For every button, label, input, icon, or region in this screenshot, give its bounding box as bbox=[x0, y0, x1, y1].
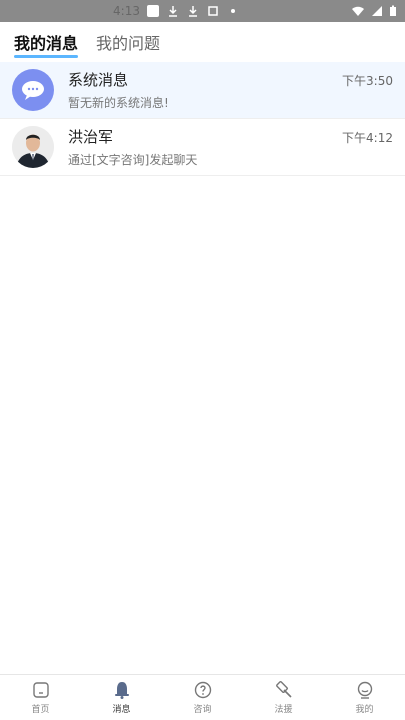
signal-icon bbox=[371, 6, 382, 16]
nav-mine[interactable]: 我的 bbox=[335, 680, 395, 715]
nav-consult-label: 咨询 bbox=[193, 705, 212, 715]
nav-legal-aid[interactable]: 法援 bbox=[254, 680, 314, 715]
download-icon-2 bbox=[186, 4, 200, 18]
message-header: 洪治军 下午4:12 bbox=[68, 126, 393, 147]
person-photo-icon bbox=[12, 126, 54, 168]
nav-consult[interactable]: 咨询 bbox=[173, 680, 233, 715]
nav-messages-label: 消息 bbox=[112, 705, 131, 715]
nav-legal-aid-label: 法援 bbox=[274, 705, 293, 715]
user-icon bbox=[357, 681, 372, 699]
message-content: 洪治军 下午4:12 通过[文字咨询]发起聊天 bbox=[68, 126, 393, 168]
nav-home[interactable]: 首页 bbox=[11, 680, 71, 715]
tab-my-messages-label: 我的消息 bbox=[14, 34, 79, 53]
message-header: 系统消息 下午3:50 bbox=[68, 69, 393, 90]
gavel-icon bbox=[275, 681, 292, 698]
message-time: 下午4:12 bbox=[342, 131, 393, 145]
nav-mine-label: 我的 bbox=[355, 705, 374, 715]
tab-my-questions[interactable]: 我的问题 bbox=[96, 30, 160, 54]
download-icon bbox=[166, 4, 180, 18]
wifi-icon bbox=[351, 6, 364, 16]
message-sender-name: 洪治军 bbox=[68, 128, 114, 146]
battery-icon bbox=[389, 5, 396, 16]
message-content: 系统消息 下午3:50 暂无新的系统消息! bbox=[68, 69, 393, 111]
message-sender-name: 系统消息 bbox=[68, 71, 129, 89]
bottom-navigation: 首页 消息 咨询 法援 我的 bbox=[0, 674, 405, 720]
question-icon bbox=[194, 681, 211, 699]
bell-icon bbox=[114, 682, 129, 699]
home-icon bbox=[32, 682, 49, 698]
app-notification-icon bbox=[146, 4, 160, 18]
tab-my-messages[interactable]: 我的消息 bbox=[14, 30, 79, 58]
message-preview: 暂无新的系统消息! bbox=[68, 96, 169, 110]
status-time: 4:13 bbox=[113, 4, 140, 18]
active-tab-underline bbox=[14, 55, 79, 58]
message-item-person[interactable]: 洪治军 下午4:12 通过[文字咨询]发起聊天 bbox=[0, 119, 405, 176]
top-tabs: 我的消息 我的问题 bbox=[0, 22, 405, 62]
message-time: 下午3:50 bbox=[342, 74, 393, 88]
tab-my-questions-label: 我的问题 bbox=[96, 34, 161, 53]
message-list: 系统消息 下午3:50 暂无新的系统消息! 洪治军 下午4:12 通过[文字咨询… bbox=[0, 62, 405, 176]
person-avatar bbox=[12, 126, 54, 168]
chat-bubble-icon bbox=[22, 81, 44, 100]
message-preview: 通过[文字咨询]发起聊天 bbox=[68, 153, 198, 167]
nav-messages[interactable]: 消息 bbox=[92, 680, 152, 715]
app-icon bbox=[206, 4, 220, 18]
message-item-system[interactable]: 系统消息 下午3:50 暂无新的系统消息! bbox=[0, 62, 405, 119]
more-dot-icon bbox=[226, 4, 240, 18]
system-message-avatar bbox=[12, 69, 54, 111]
nav-home-label: 首页 bbox=[31, 705, 50, 715]
status-bar: 4:13 bbox=[0, 0, 405, 22]
